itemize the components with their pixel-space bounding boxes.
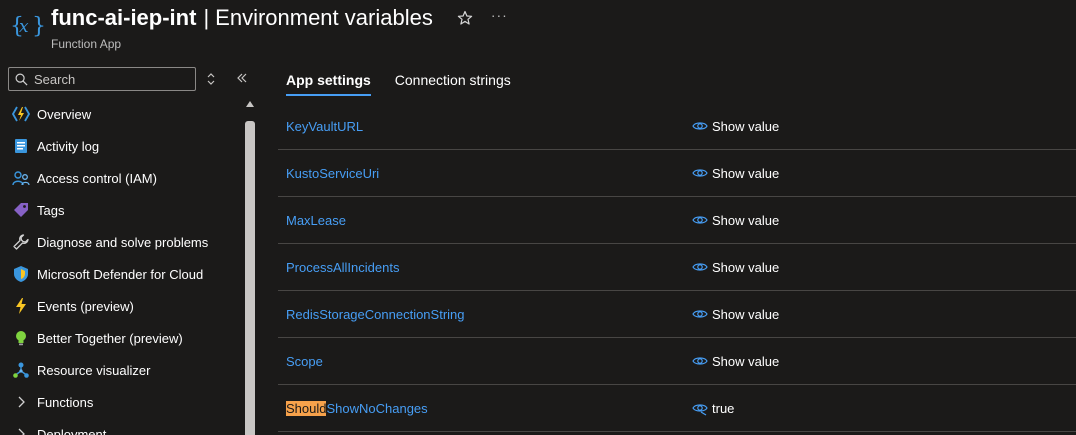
sidebar-item-label: Tags [37, 202, 65, 218]
tag-icon [12, 201, 30, 219]
favorite-star-icon[interactable] [457, 10, 473, 26]
setting-value: true [712, 400, 735, 416]
show-value-button[interactable]: Show value [692, 118, 779, 134]
sidebar-item-label: Better Together (preview) [37, 330, 183, 346]
eye-icon [692, 357, 708, 365]
search-icon [15, 73, 28, 86]
setting-row: ShouldShowNoChanges true [278, 385, 1076, 432]
show-value-button[interactable]: Show value [692, 259, 779, 275]
setting-name-link[interactable]: MaxLease [286, 213, 346, 228]
search-highlight: Should [286, 401, 327, 416]
setting-row: MaxLease Show value [278, 197, 1076, 244]
hide-value-button[interactable]: true [692, 400, 734, 416]
sidebar-item-defender[interactable]: Microsoft Defender for Cloud [0, 258, 240, 290]
sidebar-nav: Overview Activity log Access control (IA… [0, 98, 240, 435]
resource-type: Function App [51, 37, 122, 51]
sidebar: Overview Activity log Access control (IA… [0, 60, 262, 435]
setting-row: KustoServiceUri Show value [278, 150, 1076, 197]
shield-icon [12, 265, 30, 283]
sidebar-item-deployment[interactable]: Deployment [0, 418, 240, 435]
eye-icon [692, 122, 708, 130]
setting-row: RedisStorageConnectionString Show value [278, 291, 1076, 338]
setting-name-rest: ShowNoChanges [326, 401, 428, 416]
eye-icon [692, 216, 708, 224]
sidebar-item-activity-log[interactable]: Activity log [0, 130, 240, 162]
search-input[interactable] [34, 71, 184, 87]
iam-icon [12, 169, 30, 187]
eye-icon [692, 169, 708, 177]
show-value-button[interactable]: Show value [692, 165, 779, 181]
sidebar-item-resource-visualizer[interactable]: Resource visualizer [0, 354, 240, 386]
scroll-up-arrow-icon[interactable] [246, 101, 254, 107]
chevron-right-icon [12, 425, 30, 435]
setting-row: KeyVaultURL Show value [278, 103, 1076, 150]
page-header: { x } func-ai-iep-int | Environment vari… [0, 0, 1076, 60]
sidebar-item-events[interactable]: Events (preview) [0, 290, 240, 322]
sidebar-scrollbar[interactable] [244, 99, 256, 435]
page-title: Environment variables [215, 5, 433, 30]
sidebar-item-overview[interactable]: Overview [0, 98, 240, 130]
sidebar-item-label: Functions [37, 394, 94, 410]
sidebar-item-label: Activity log [37, 138, 100, 154]
show-value-button[interactable]: Show value [692, 212, 779, 228]
eye-icon [692, 263, 708, 271]
sidebar-item-label: Access control (IAM) [37, 170, 157, 186]
svg-text:}: } [32, 14, 44, 39]
activity-log-icon [12, 137, 30, 155]
show-value-button[interactable]: Show value [692, 306, 779, 322]
setting-name-link[interactable]: ProcessAllIncidents [286, 260, 399, 275]
setting-name-link[interactable]: Scope [286, 354, 323, 369]
setting-name-link[interactable]: ShouldShowNoChanges [286, 401, 428, 416]
sidebar-item-diagnose[interactable]: Diagnose and solve problems [0, 226, 240, 258]
eye-icon [692, 310, 708, 318]
sidebar-item-label: Resource visualizer [37, 362, 151, 378]
show-value-label: Show value [712, 353, 780, 369]
sort-icon[interactable] [204, 71, 218, 87]
chevron-right-icon [12, 393, 30, 411]
show-value-button[interactable]: Show value [692, 353, 779, 369]
sidebar-item-label: Events (preview) [37, 298, 134, 314]
sidebar-item-label: Microsoft Defender for Cloud [37, 266, 204, 282]
sidebar-item-tags[interactable]: Tags [0, 194, 240, 226]
sidebar-item-label: Overview [37, 106, 92, 122]
collapse-sidebar-icon[interactable] [235, 71, 249, 85]
setting-name-link[interactable]: KeyVaultURL [286, 119, 363, 134]
setting-row: Scope Show value [278, 338, 1076, 385]
svg-text:x: x [19, 17, 29, 37]
sidebar-item-access-control[interactable]: Access control (IAM) [0, 162, 240, 194]
sidebar-item-label: Diagnose and solve problems [37, 234, 209, 250]
title-separator: | [203, 5, 210, 30]
show-value-label: Show value [712, 306, 780, 322]
setting-row: ProcessAllIncidents Show value [278, 244, 1076, 291]
scroll-thumb[interactable] [245, 121, 255, 435]
visualizer-icon [12, 361, 30, 379]
sidebar-search[interactable] [8, 67, 196, 91]
main-content: App settings Connection strings KeyVault… [278, 60, 1076, 435]
wrench-icon [12, 233, 30, 251]
app-settings-list: KeyVaultURL Show value KustoServiceUri S… [278, 103, 1076, 432]
more-options-icon[interactable]: ··· [491, 7, 508, 23]
setting-name-link[interactable]: KustoServiceUri [286, 166, 379, 181]
function-app-icon [12, 105, 30, 123]
show-value-label: Show value [712, 259, 780, 275]
sidebar-item-better-together[interactable]: Better Together (preview) [0, 322, 240, 354]
tab-app-settings[interactable]: App settings [278, 60, 379, 96]
lightbulb-icon [12, 329, 30, 347]
show-value-label: Show value [712, 212, 780, 228]
tab-connection-strings[interactable]: Connection strings [387, 60, 519, 96]
sidebar-item-functions[interactable]: Functions [0, 386, 240, 418]
show-value-label: Show value [712, 118, 780, 134]
lightning-icon [12, 297, 30, 315]
function-app-resource-icon: { x } [10, 8, 46, 42]
resource-name: func-ai-iep-int [51, 5, 197, 30]
show-value-label: Show value [712, 165, 780, 181]
tab-bar: App settings Connection strings [278, 60, 519, 100]
setting-name-link[interactable]: RedisStorageConnectionString [286, 307, 465, 322]
sidebar-item-label: Deployment [37, 426, 107, 435]
eye-hide-icon [692, 404, 708, 416]
